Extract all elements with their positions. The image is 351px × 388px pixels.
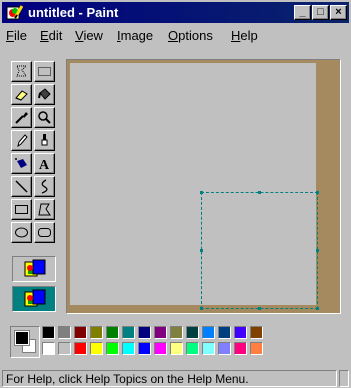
tool-curve[interactable]: [34, 176, 55, 197]
tool-rectangle[interactable]: [11, 199, 32, 220]
tool-fill[interactable]: [34, 84, 55, 105]
paint-app-icon: [6, 5, 23, 20]
tool-polygon[interactable]: [34, 199, 55, 220]
pencil-icon: [17, 134, 28, 148]
foreground-color-swatch[interactable]: [14, 330, 30, 346]
close-button[interactable]: ×: [330, 5, 347, 20]
resize-handle[interactable]: [200, 249, 203, 252]
menu-help[interactable]: Help: [231, 28, 258, 43]
color-swatch[interactable]: [234, 342, 247, 355]
color-swatch[interactable]: [106, 342, 119, 355]
color-swatch[interactable]: [106, 326, 119, 339]
color-swatch[interactable]: [90, 342, 103, 355]
tool-line[interactable]: [11, 176, 32, 197]
menu-options[interactable]: Options: [168, 28, 213, 43]
resize-handle[interactable]: [200, 307, 203, 310]
color-swatch[interactable]: [250, 342, 263, 355]
resize-handle[interactable]: [258, 191, 261, 194]
text-icon: A: [39, 158, 50, 171]
color-swatch[interactable]: [122, 342, 135, 355]
color-swatch[interactable]: [122, 326, 135, 339]
color-swatch[interactable]: [218, 326, 231, 339]
tool-ellipse[interactable]: [11, 222, 32, 243]
color-swatch[interactable]: [186, 326, 199, 339]
brush-icon: [41, 134, 48, 146]
color-swatch[interactable]: [250, 326, 263, 339]
tool-pick-color[interactable]: [11, 107, 32, 128]
color-swatch[interactable]: [170, 326, 183, 339]
minimize-button[interactable]: _: [294, 5, 311, 20]
color-swatch[interactable]: [42, 342, 55, 355]
status-bar: For Help, click Help Topics on the Help …: [2, 369, 349, 388]
canvas-workspace: [66, 59, 341, 314]
airbrush-icon: [15, 158, 27, 168]
tool-text[interactable]: A: [34, 153, 55, 174]
eyedropper-icon: [15, 112, 28, 124]
color-swatch[interactable]: [154, 342, 167, 355]
rect-select-icon: [38, 67, 51, 76]
status-text: For Help, click Help Topics on the Help …: [2, 370, 337, 387]
title-bar[interactable]: untitled - Paint _ □ ×: [2, 2, 349, 23]
color-swatch[interactable]: [42, 326, 55, 339]
menu-view[interactable]: View: [75, 28, 103, 43]
ellipse-icon: [15, 227, 28, 238]
opaque-selection-icon: [24, 259, 46, 277]
tool-eraser[interactable]: [11, 84, 32, 105]
toolbox: A: [9, 59, 61, 319]
color-swatch[interactable]: [170, 342, 183, 355]
drawing-canvas[interactable]: [70, 63, 319, 310]
color-swatch[interactable]: [218, 342, 231, 355]
tool-magnifier[interactable]: [34, 107, 55, 128]
color-swatch[interactable]: [74, 342, 87, 355]
color-swatch[interactable]: [234, 326, 247, 339]
magnifier-icon: [38, 111, 51, 124]
paint-window: untitled - Paint _ □ × File Edit View Im…: [0, 0, 351, 388]
free-form-select-icon: [16, 65, 28, 77]
tool-brush[interactable]: [34, 130, 55, 151]
color-swatch[interactable]: [138, 342, 151, 355]
line-icon: [15, 180, 28, 193]
current-colors: [10, 326, 40, 358]
eraser-icon: [15, 90, 28, 101]
window-title: untitled - Paint: [28, 5, 119, 20]
menu-edit[interactable]: Edit: [40, 28, 62, 43]
color-swatch[interactable]: [154, 326, 167, 339]
svg-text:A: A: [39, 158, 50, 171]
transparent-selection-icon: [24, 289, 46, 307]
rectangle-icon: [15, 205, 28, 214]
resize-handle[interactable]: [316, 307, 319, 310]
tool-option-transparent[interactable]: [12, 286, 56, 312]
tool-rounded-rectangle[interactable]: [34, 222, 55, 243]
polygon-icon: [38, 203, 51, 216]
color-swatch[interactable]: [202, 342, 215, 355]
paint-bucket-icon: [38, 88, 51, 100]
resize-handle[interactable]: [316, 249, 319, 252]
size-grip[interactable]: [339, 370, 349, 387]
color-swatch[interactable]: [58, 326, 71, 339]
menu-bar: File Edit View Image Options Help: [2, 25, 349, 45]
tool-select[interactable]: [34, 61, 55, 82]
color-swatch[interactable]: [186, 342, 199, 355]
color-swatch[interactable]: [90, 326, 103, 339]
resize-handle[interactable]: [316, 191, 319, 194]
menu-image[interactable]: Image: [117, 28, 153, 43]
tool-option-opaque[interactable]: [12, 256, 56, 282]
color-swatch[interactable]: [74, 326, 87, 339]
tool-free-form-select[interactable]: [11, 61, 32, 82]
curve-icon: [41, 179, 48, 194]
tool-pencil[interactable]: [11, 130, 32, 151]
menu-file[interactable]: File: [6, 28, 27, 43]
maximize-button[interactable]: □: [312, 5, 329, 20]
color-swatch[interactable]: [202, 326, 215, 339]
tool-airbrush[interactable]: [11, 153, 32, 174]
color-palette: [4, 324, 349, 364]
color-swatch[interactable]: [58, 342, 71, 355]
resize-handle[interactable]: [258, 307, 261, 310]
resize-handle[interactable]: [200, 191, 203, 194]
rounded-rectangle-icon: [38, 228, 51, 237]
color-swatch[interactable]: [138, 326, 151, 339]
selection-rectangle[interactable]: [201, 192, 318, 309]
